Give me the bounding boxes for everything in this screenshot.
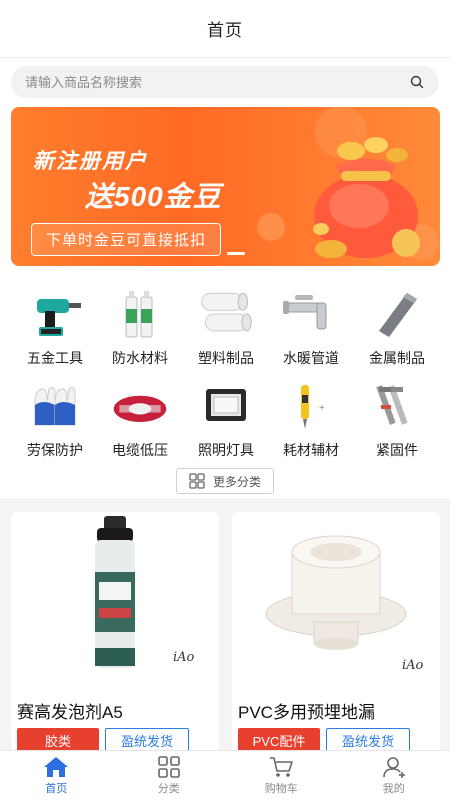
grid-icon — [157, 755, 180, 778]
more-categories-label: 更多分类 — [212, 474, 261, 489]
tab-home[interactable]: 首页 — [0, 751, 113, 800]
category-label: 水暖管道 — [283, 350, 339, 366]
category-item-cable[interactable]: 电缆低压 — [97, 380, 183, 460]
category-label: 防水材料 — [112, 350, 168, 366]
banner-pill: 下单时金豆可直接抵扣 — [31, 223, 222, 256]
page-title: 首页 — [207, 21, 243, 40]
product-category-tag[interactable]: PVC配件 — [238, 728, 320, 752]
category-label: 金属制品 — [369, 350, 425, 366]
product-image[interactable]: iAo — [232, 512, 440, 692]
category-item-plumbing[interactable]: 水暖管道 — [268, 288, 354, 368]
category-item-consumables[interactable]: + 耗材辅材 — [268, 380, 354, 460]
plastic-rolls-icon — [196, 288, 256, 340]
category-label: 紧固件 — [376, 442, 418, 458]
tab-label: 分类 — [157, 782, 180, 795]
cart-icon — [270, 756, 294, 777]
metal-bar-icon — [367, 288, 427, 340]
carousel-indicator[interactable] — [227, 252, 245, 255]
search-input[interactable] — [25, 74, 409, 90]
product-card[interactable]: iAo PVC多用预埋地漏 PVC配件 盈统发货 — [232, 512, 440, 757]
category-item-protection[interactable]: 劳保防护 — [12, 380, 98, 460]
anchor-bolt-icon — [367, 380, 427, 432]
tab-label: 购物车 — [264, 782, 298, 795]
category-label: 耗材辅材 — [283, 442, 339, 458]
tab-label: 我的 — [382, 782, 405, 795]
user-icon — [382, 756, 405, 778]
bottom-tab-bar: 首页 分类 购物车 我的 — [0, 750, 450, 800]
product-card[interactable]: iAo 赛高发泡剂A5 胶类 盈统发货 — [11, 512, 219, 757]
more-categories-button[interactable]: 更多分类 — [176, 468, 274, 494]
shipping-tag[interactable]: 盈统发货 — [326, 728, 410, 752]
watermark-signature: iAo — [402, 658, 424, 673]
tab-label: 首页 — [45, 782, 68, 795]
watermark-signature: iAo — [173, 650, 195, 665]
sealant-tubes-icon — [110, 288, 170, 340]
svg-text:+: + — [319, 403, 325, 414]
product-image[interactable]: iAo — [11, 512, 219, 692]
product-name: 赛高发泡剂A5 — [17, 703, 123, 722]
faucet-icon — [281, 288, 341, 340]
drill-icon — [25, 288, 85, 340]
category-item-fasteners[interactable]: 紧固件 — [354, 380, 440, 460]
floodlight-icon — [196, 380, 256, 432]
category-item-lighting[interactable]: 照明灯具 — [183, 380, 269, 460]
tab-category[interactable]: 分类 — [113, 751, 226, 800]
category-label: 劳保防护 — [27, 442, 83, 458]
tab-mine[interactable]: 我的 — [338, 751, 450, 800]
grid-icon — [189, 473, 205, 489]
banner-headline: 新注册用户 — [33, 150, 148, 173]
category-label: 电缆低压 — [112, 442, 168, 458]
home-icon — [44, 756, 69, 777]
category-label: 塑料制品 — [198, 350, 254, 366]
category-label: 五金工具 — [27, 350, 83, 366]
shipping-tag[interactable]: 盈统发货 — [105, 728, 189, 752]
cable-coil-icon — [110, 380, 170, 432]
category-label: 照明灯具 — [198, 442, 254, 458]
promo-banner[interactable]: 新注册用户 送500金豆 下单时金豆可直接抵扣 — [11, 107, 440, 266]
product-name: PVC多用预埋地漏 — [238, 703, 375, 722]
money-bag-icon — [313, 137, 420, 258]
top-bar: 首页 — [0, 0, 450, 58]
search-bar[interactable] — [11, 66, 439, 98]
category-item-plastic[interactable]: 塑料制品 — [183, 288, 269, 368]
category-item-tools[interactable]: 五金工具 — [12, 288, 98, 368]
product-category-tag[interactable]: 胶类 — [17, 728, 99, 752]
banner-subheadline: 送500金豆 — [85, 181, 222, 212]
category-item-waterproof[interactable]: 防水材料 — [97, 288, 183, 368]
tab-cart[interactable]: 购物车 — [225, 751, 338, 800]
category-item-metal[interactable]: 金属制品 — [354, 288, 440, 368]
gloves-icon — [25, 380, 85, 432]
search-icon[interactable] — [409, 74, 425, 90]
test-pen-icon: + — [281, 380, 341, 432]
